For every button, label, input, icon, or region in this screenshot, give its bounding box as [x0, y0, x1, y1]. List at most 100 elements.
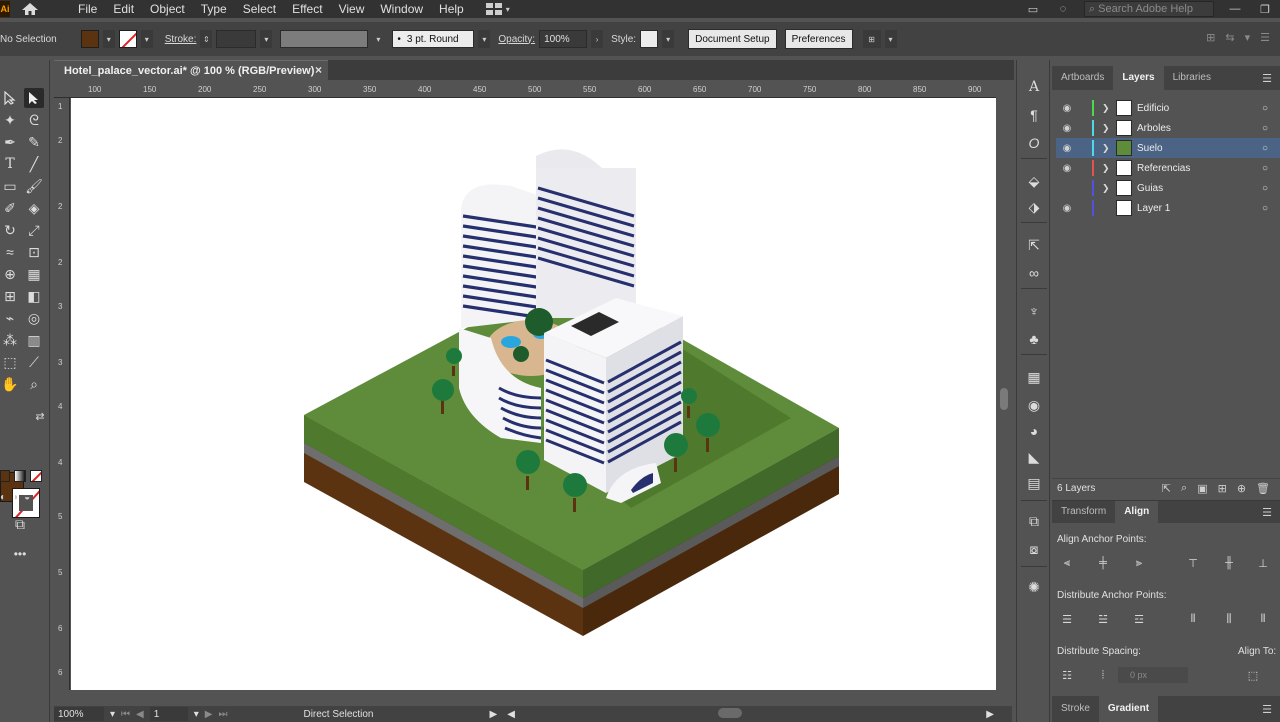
restore-icon[interactable]: ❐: [1250, 1, 1280, 17]
direct-selection-tool-icon[interactable]: [24, 88, 44, 108]
stroke-swatch[interactable]: [118, 30, 137, 48]
distribute-left-icon[interactable]: ⦀: [1184, 611, 1202, 627]
edit-toolbar-icon[interactable]: •••: [10, 544, 30, 564]
tab-layers[interactable]: Layers: [1113, 66, 1164, 90]
expand-chevron-icon[interactable]: ❯: [1102, 143, 1116, 154]
minimize-icon[interactable]: —: [1220, 1, 1250, 17]
tab-stroke[interactable]: Stroke: [1052, 696, 1099, 722]
target-circle-icon[interactable]: ○: [1262, 143, 1280, 154]
curvature-tool-icon[interactable]: ✎: [24, 132, 44, 152]
stroke-weight-field[interactable]: [216, 30, 257, 48]
symbols-panel-icon[interactable]: ♣: [1025, 330, 1043, 348]
eyedropper-tool-icon[interactable]: ⌁: [0, 308, 20, 328]
menu-lines-icon[interactable]: ☰: [1260, 31, 1270, 44]
tab-libraries[interactable]: Libraries: [1164, 66, 1220, 90]
arrange-chevron-icon[interactable]: ▾: [884, 30, 897, 48]
menu-type[interactable]: Type: [193, 1, 235, 17]
profile-chevron-icon[interactable]: ▾: [372, 30, 385, 48]
pathfinder-icon[interactable]: ⧉: [1025, 512, 1043, 530]
menu-effect[interactable]: Effect: [284, 1, 330, 17]
menu-edit[interactable]: Edit: [105, 1, 142, 17]
layer-row-suelo[interactable]: ◉ ❯ Suelo ○: [1056, 138, 1280, 158]
screen-mode-icon[interactable]: ⧉: [10, 514, 30, 534]
arrange-docs-icon[interactable]: ▭: [1018, 1, 1048, 17]
vertical-ruler[interactable]: 1 2 2 2 3 3 4 4 5 5 6 6: [54, 98, 70, 690]
prev-artboard-icon[interactable]: ◀: [136, 709, 144, 720]
menu-help[interactable]: Help: [431, 1, 472, 17]
blend-tool-icon[interactable]: ◎: [24, 308, 44, 328]
magic-wand-tool-icon[interactable]: ✦: [0, 110, 20, 130]
horizontal-ruler[interactable]: 100 150 200 250 300 350 400 450 500 550 …: [54, 82, 996, 98]
home-icon[interactable]: [10, 0, 50, 18]
tab-artboards[interactable]: Artboards: [1052, 66, 1113, 90]
layer-name[interactable]: Edificio: [1137, 103, 1262, 114]
draw-normal-icon[interactable]: ◐: [0, 492, 6, 503]
scale-tool-icon[interactable]: ⤢: [24, 220, 44, 240]
style-chevron-icon[interactable]: ▾: [662, 30, 675, 48]
paintbrush-tool-icon[interactable]: 🖌: [24, 176, 44, 196]
fill-swatch[interactable]: [80, 30, 99, 48]
fill-dropdown-chevron-icon[interactable]: ▾: [102, 30, 115, 48]
scroll-thumb[interactable]: [1000, 388, 1008, 410]
document-setup-button[interactable]: Document Setup: [688, 29, 777, 49]
align-right-icon[interactable]: ⫸: [1130, 555, 1148, 571]
layer-row-referencias[interactable]: ◉ ❯ Referencias ○: [1056, 158, 1280, 178]
delete-layer-icon[interactable]: 🗑: [1256, 482, 1270, 495]
selection-tool-icon[interactable]: [0, 88, 20, 108]
layer-name[interactable]: Referencias: [1137, 163, 1262, 174]
tab-gradient[interactable]: Gradient: [1098, 696, 1159, 722]
horizontal-scroll-thumb[interactable]: [718, 708, 742, 718]
align-top-icon[interactable]: ⊤: [1184, 555, 1202, 571]
distribute-hcenter-icon[interactable]: ⫼: [1220, 611, 1238, 627]
layer-row-edificio[interactable]: ◉ ❯ Edificio ○: [1056, 98, 1280, 118]
variable-width-profile[interactable]: [280, 30, 369, 48]
layer-row-layer-1[interactable]: ◉ Layer 1 ○: [1056, 198, 1280, 218]
paragraph-panel-icon[interactable]: ¶: [1025, 106, 1043, 124]
transform-icon[interactable]: ⇆: [1225, 31, 1234, 44]
pen-tool-icon[interactable]: ✒: [0, 132, 20, 152]
locate-object-icon[interactable]: ⌕: [1181, 482, 1187, 495]
opacity-label[interactable]: Opacity:: [498, 34, 535, 45]
perspective-grid-tool-icon[interactable]: ▦: [24, 264, 44, 284]
status-menu-icon[interactable]: ▶: [490, 709, 498, 720]
lightbulb-icon[interactable]: ◌: [1048, 1, 1078, 17]
stroke-label[interactable]: Stroke:: [165, 34, 197, 45]
artboard-number-field[interactable]: 1: [149, 707, 188, 721]
zoom-chevron-icon[interactable]: ▾: [110, 709, 115, 720]
artboard[interactable]: [71, 98, 996, 690]
rectangle-tool-icon[interactable]: ▭: [0, 176, 20, 196]
transform-panel-icon[interactable]: ⧇: [1025, 540, 1043, 558]
arrange-icon[interactable]: ⊞: [862, 30, 881, 48]
export-icon[interactable]: ⇱: [1025, 236, 1043, 254]
appearance-panel-icon[interactable]: ◉: [1025, 396, 1043, 414]
character-panel-icon[interactable]: A: [1025, 78, 1043, 96]
eraser-tool-icon[interactable]: ◈: [24, 198, 44, 218]
new-layer-icon[interactable]: ⊕: [1237, 482, 1246, 495]
symbol-sprayer-tool-icon[interactable]: ⁂: [0, 330, 20, 350]
expand-chevron-icon[interactable]: ❯: [1102, 163, 1116, 174]
expand-chevron-icon[interactable]: ❯: [1102, 103, 1116, 114]
align-icon[interactable]: ⊞: [1206, 31, 1215, 44]
shape-builder-tool-icon[interactable]: ⊕: [0, 264, 20, 284]
align-to-selection-icon[interactable]: ⬚: [1244, 667, 1262, 683]
first-artboard-icon[interactable]: ⏮: [121, 709, 130, 720]
menu-window[interactable]: Window: [372, 1, 431, 17]
color-guide-icon[interactable]: ◕: [1025, 422, 1043, 440]
layer-row-arboles[interactable]: ◉ ❯ Arboles ○: [1056, 118, 1280, 138]
vertical-spacing-icon[interactable]: ☷: [1058, 667, 1076, 683]
brush-chevron-icon[interactable]: ▾: [478, 30, 491, 48]
tab-transform[interactable]: Transform: [1052, 501, 1115, 523]
lasso-tool-icon[interactable]: ᘓ: [24, 110, 44, 130]
target-circle-icon[interactable]: ○: [1262, 203, 1280, 214]
workspace-switcher-icon[interactable]: ▾: [485, 3, 510, 15]
close-document-icon[interactable]: ×: [315, 63, 322, 77]
gradient-mode-icon[interactable]: [14, 470, 26, 482]
target-circle-icon[interactable]: ○: [1262, 123, 1280, 134]
document-tab[interactable]: Hotel_palace_vector.ai* @ 100 % (RGB/Pre…: [54, 60, 328, 80]
draw-behind-icon[interactable]: ◑: [12, 492, 18, 503]
opentype-panel-icon[interactable]: O: [1025, 134, 1043, 152]
expand-chevron-icon[interactable]: ❯: [1102, 183, 1116, 194]
line-tool-icon[interactable]: ╱: [24, 154, 44, 174]
distribute-bottom-icon[interactable]: ☲: [1130, 611, 1148, 627]
layer-name[interactable]: Guias: [1137, 183, 1262, 194]
